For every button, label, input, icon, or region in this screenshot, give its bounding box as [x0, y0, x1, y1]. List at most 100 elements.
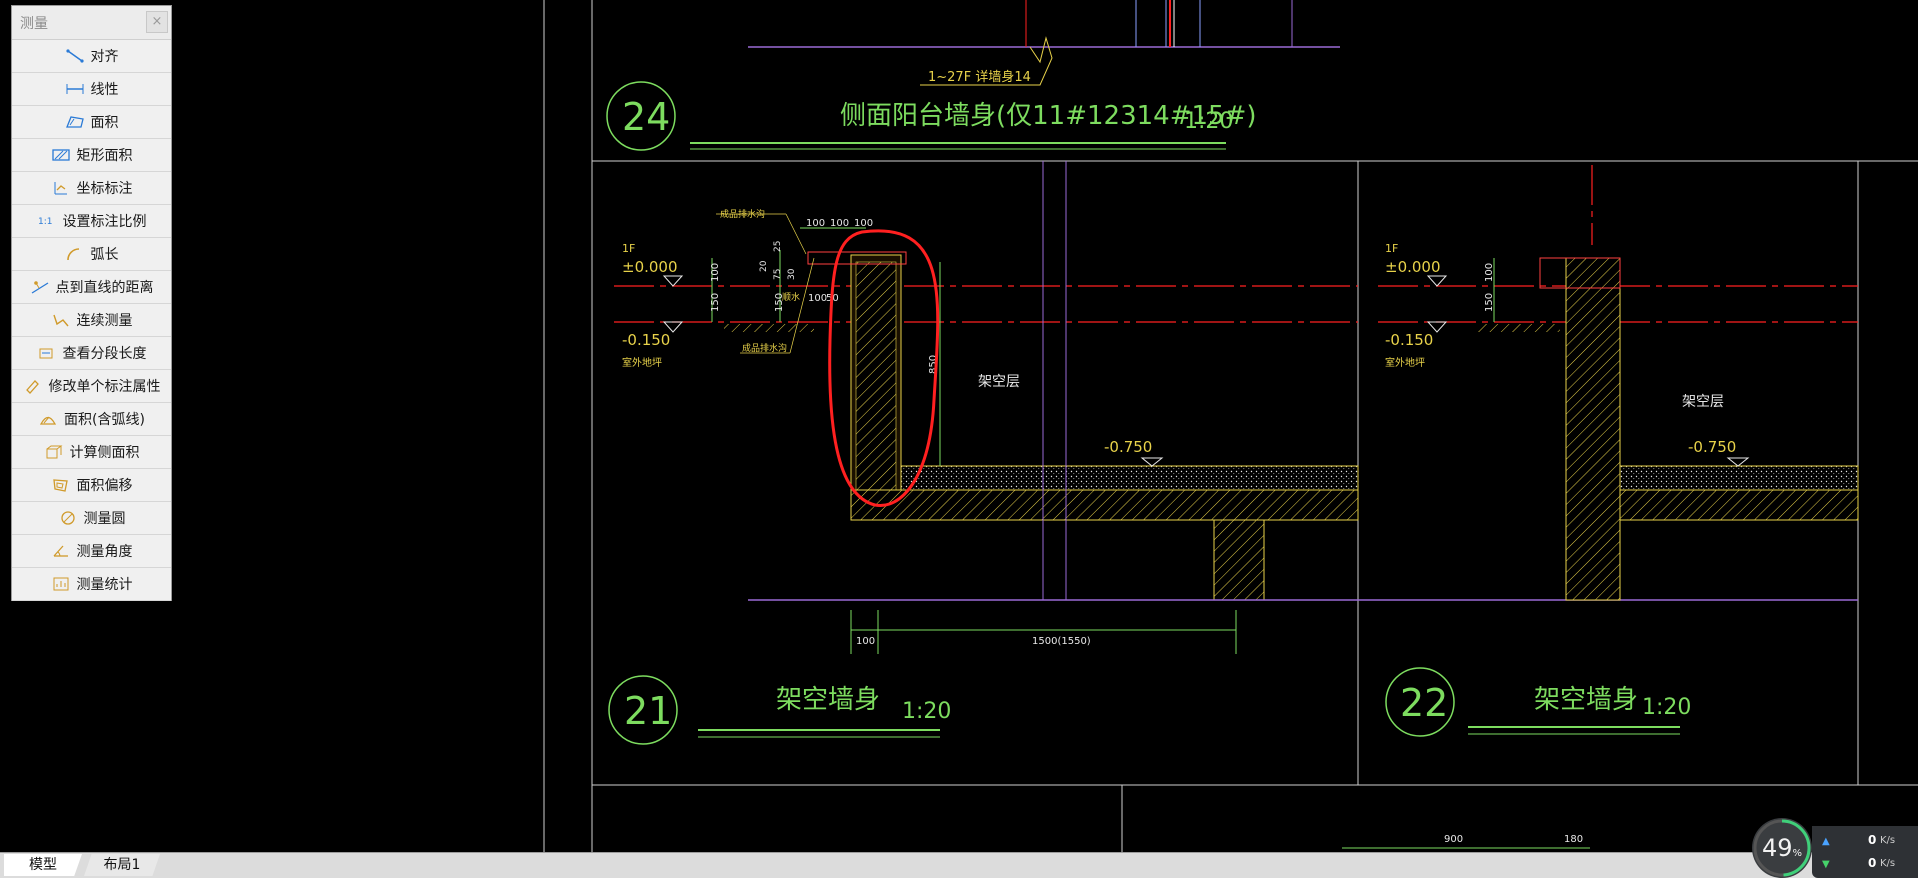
gauge-text: 49% — [1752, 834, 1812, 862]
measure-tool-continuous-measure[interactable]: 连续测量 — [12, 304, 171, 337]
left-dim-side-2: 150 — [710, 293, 721, 312]
detail-24-number: 24 — [622, 95, 670, 139]
left-dim-side-4: 20 — [759, 260, 769, 272]
right-dim-side-2: 150 — [1484, 293, 1495, 312]
measure-angle-icon — [51, 543, 71, 559]
network-speed-widget[interactable]: ▲ 0 K/s ▼ 0 K/s 49% — [1752, 818, 1918, 878]
detail-21-title: 架空墙身 — [776, 685, 880, 715]
left-dim-side-5: 75 — [773, 269, 783, 280]
close-button[interactable]: × — [146, 11, 168, 33]
section-22: 1F ±0.000 -0.150 室外地坪 100 150 架空层 -0.750… — [1385, 242, 1859, 737]
detail-24-note: 1~27F 详墙身14 — [928, 69, 1031, 85]
bottom-dim-2: 180 — [1564, 834, 1583, 845]
measure-tool-point-line-distance[interactable]: 点到直线的距离 — [12, 271, 171, 304]
rectangle-area-icon — [51, 147, 71, 163]
left-dim-side-1: 100 — [710, 263, 721, 282]
measure-tool-label: 测量角度 — [76, 544, 133, 560]
right-level-neg: -0.150 — [1385, 331, 1433, 349]
gauge-percent-unit: % — [1792, 848, 1803, 859]
measure-tool-label: 测量统计 — [76, 577, 133, 593]
measure-tool-measure-circle[interactable]: 测量圆 — [12, 502, 171, 535]
left-dim-side-8: 100 — [808, 293, 827, 304]
measure-tool-label: 面积 — [90, 115, 119, 131]
measure-tool-label: 测量圆 — [83, 511, 126, 527]
measure-tool-aligned-dimension[interactable]: 对齐 — [12, 40, 171, 73]
scale-setting-icon: 1:1 — [37, 213, 57, 229]
left-dim-side-6: 30 — [787, 268, 797, 280]
measure-tool-arc-length[interactable]: 弧长 — [12, 238, 171, 271]
upload-unit: K/s — [1880, 835, 1896, 846]
measure-tool-linear-dimension[interactable]: 线性 — [12, 73, 171, 106]
measure-tool-area[interactable]: 面积 — [12, 106, 171, 139]
measure-tool-list: 对齐线性面积矩形面积坐标标注 1:1 设置标注比例弧长点到直线的距离 连续测量查看分段… — [12, 40, 171, 601]
left-dim-top-2: 100 — [830, 218, 849, 229]
cad-drawing: 1~27F 详墙身14 24 侧面阳台墙身(仅11#12314#15#) 1:2… — [543, 0, 1918, 852]
left-level-0: ±0.000 — [622, 258, 678, 276]
detail-22-scale: 1:20 — [1642, 695, 1691, 720]
area-offset-icon — [51, 477, 71, 493]
measure-stats-icon — [51, 576, 71, 592]
side-area-icon — [44, 444, 64, 460]
detail-21-number: 21 — [624, 689, 672, 733]
right-floor: 1F — [1385, 242, 1398, 255]
measure-panel-header[interactable]: 测量 × — [12, 6, 171, 40]
measure-tool-arc-area[interactable]: 面积(含弧线) — [12, 403, 171, 436]
right-dim-side-1: 100 — [1484, 263, 1495, 282]
measure-tool-label: 线性 — [90, 82, 119, 98]
download-speed: ▼ 0 K/s — [1822, 856, 1912, 870]
measure-tool-side-area[interactable]: 计算侧面积 — [12, 436, 171, 469]
edit-annotation-icon — [23, 378, 43, 394]
area-icon — [65, 114, 85, 130]
section-21: 1F ±0.000 -0.150 室外地坪 100 100 100 100 15… — [608, 161, 1858, 745]
gauge-percent: 49 — [1761, 834, 1793, 862]
measure-tool-coordinate-label[interactable]: 坐标标注 — [12, 172, 171, 205]
left-note-2: 顺水 — [782, 291, 800, 303]
measure-tool-measure-stats[interactable]: 测量统计 — [12, 568, 171, 601]
svg-text:1:1: 1:1 — [38, 217, 52, 227]
right-level-space: -0.750 — [1688, 438, 1736, 456]
detail-21-scale: 1:20 — [902, 699, 951, 724]
network-speed-panel: ▲ 0 K/s ▼ 0 K/s — [1812, 826, 1918, 878]
right-level-0: ±0.000 — [1385, 258, 1441, 276]
detail-22-number: 22 — [1400, 681, 1448, 725]
segment-length-icon — [37, 345, 57, 361]
measure-tool-label: 连续测量 — [76, 313, 133, 329]
measure-panel: 测量 × 对齐线性面积矩形面积坐标标注 1:1 设置标注比例弧长点到直线的距离 连续测… — [11, 5, 172, 601]
upload-speed: ▲ 0 K/s — [1822, 833, 1912, 847]
memory-gauge: 49% — [1752, 818, 1812, 878]
coordinate-label-icon — [51, 180, 71, 196]
measure-panel-title: 测量 — [20, 16, 48, 32]
left-floor: 1F — [622, 242, 635, 255]
measure-tool-measure-angle[interactable]: 测量角度 — [12, 535, 171, 568]
aligned-dimension-icon — [65, 48, 85, 64]
tab-model[interactable]: 模型 — [4, 854, 82, 876]
point-line-distance-icon — [30, 279, 50, 295]
detail-24-scale: 1:20 — [1184, 109, 1233, 134]
measure-tool-edit-annotation[interactable]: 修改单个标注属性 — [12, 370, 171, 403]
measure-tool-label: 坐标标注 — [76, 181, 133, 197]
measure-tool-label: 修改单个标注属性 — [48, 379, 161, 395]
left-dim-top-3: 100 — [854, 218, 873, 229]
measure-tool-label: 查看分段长度 — [62, 346, 147, 362]
measure-tool-label: 面积(含弧线) — [64, 412, 145, 428]
linear-dimension-icon — [65, 81, 85, 97]
download-value: 0 — [1868, 856, 1877, 870]
layout-tabbar: 模型 布局1 — [0, 852, 1918, 878]
left-level-space: -0.750 — [1104, 438, 1152, 456]
measure-tool-label: 设置标注比例 — [62, 214, 147, 230]
measure-tool-label: 点到直线的距离 — [55, 280, 154, 296]
left-dim-bottom-2: 1500(1550) — [1032, 636, 1091, 647]
measure-tool-scale-setting[interactable]: 1:1 设置标注比例 — [12, 205, 171, 238]
measure-tool-area-offset[interactable]: 面积偏移 — [12, 469, 171, 502]
measure-tool-segment-length[interactable]: 查看分段长度 — [12, 337, 171, 370]
detail-22-title: 架空墙身 — [1534, 685, 1638, 715]
measure-tool-label: 对齐 — [90, 49, 119, 65]
left-note-3: 成品排水沟 — [742, 342, 787, 354]
arc-length-icon — [65, 246, 85, 262]
right-outdoor: 室外地坪 — [1385, 356, 1425, 369]
cad-drawing-canvas[interactable]: 1~27F 详墙身14 24 侧面阳台墙身(仅11#12314#15#) 1:2… — [0, 0, 1918, 852]
measure-tool-label: 面积偏移 — [76, 478, 133, 494]
download-arrow-icon: ▼ — [1822, 859, 1830, 870]
tab-layout1[interactable]: 布局1 — [84, 854, 160, 876]
measure-tool-rectangle-area[interactable]: 矩形面积 — [12, 139, 171, 172]
